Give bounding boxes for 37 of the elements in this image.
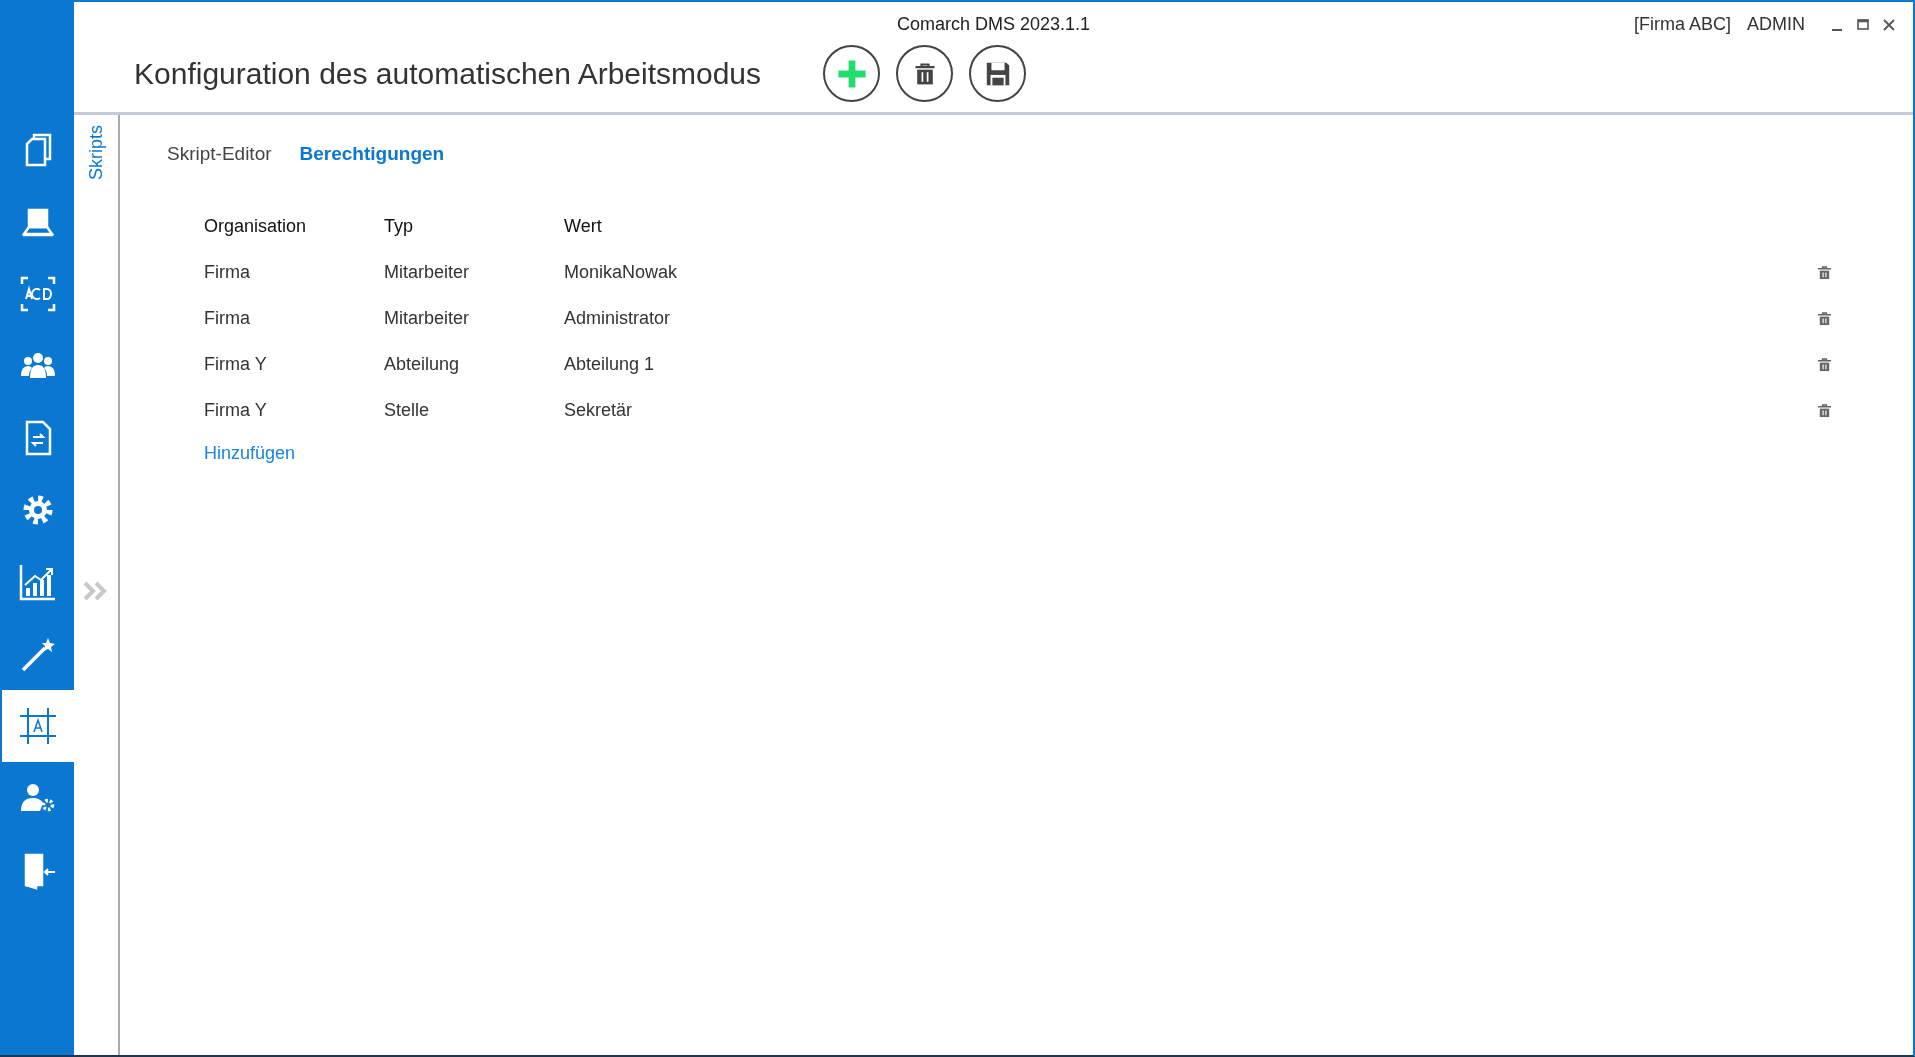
table-cell-text: Mitarbeiter xyxy=(384,307,471,329)
trash-icon xyxy=(1816,356,1832,372)
table-cell-text: Firma Y xyxy=(204,353,268,375)
trash-icon xyxy=(1816,264,1832,280)
table-cell-text: Sekretär xyxy=(564,399,634,421)
table-cell-text: Stelle xyxy=(384,399,431,421)
column-header: Wert xyxy=(564,215,603,237)
table-cell-text: Firma xyxy=(204,307,251,329)
table-cell-text: Abteilung xyxy=(384,353,461,375)
add-button[interactable] xyxy=(823,45,881,102)
frame-text-icon xyxy=(18,706,58,746)
table-cell-text: Firma Y xyxy=(204,399,268,421)
table-cell-text: Administrator xyxy=(564,307,672,329)
page-title: Konfiguration des automatischen Arbeitsmodus xyxy=(134,56,762,91)
company-label: [Firma ABC] xyxy=(1634,14,1731,35)
maximize-icon xyxy=(1857,18,1869,31)
add-link[interactable]: Hinzufügen xyxy=(204,443,296,464)
column-header: Typ xyxy=(384,215,414,237)
delete-button[interactable] xyxy=(896,45,954,102)
trash-icon xyxy=(1816,402,1832,418)
column-header: Organisation xyxy=(204,215,308,237)
table-cell-text: Abteilung 1 xyxy=(564,353,656,375)
table-cell-text: Firma xyxy=(204,261,251,283)
save-button[interactable] xyxy=(969,45,1027,102)
table-cell-text: Mitarbeiter xyxy=(384,261,471,283)
app-title: Comarch DMS 2023.1.1 xyxy=(896,14,1091,35)
designer-nav-item[interactable] xyxy=(2,690,74,762)
minimize-icon xyxy=(1831,28,1843,31)
close-icon xyxy=(1883,18,1895,31)
scan-text-icon xyxy=(18,274,58,314)
tab[interactable]: Berechtigungen xyxy=(299,137,445,171)
chart-icon xyxy=(18,562,58,602)
user-label: ADMIN xyxy=(1747,14,1805,35)
side-tab[interactable]: Skripts xyxy=(85,119,107,186)
tab[interactable]: Skript-Editor xyxy=(167,137,272,171)
trash-icon xyxy=(1816,310,1832,326)
table-cell-text: MonikaNowak xyxy=(564,261,679,283)
